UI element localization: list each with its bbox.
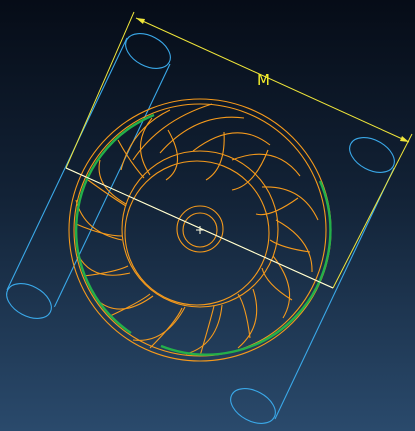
arrowhead [136, 18, 145, 24]
right-shaft-bottom-end[interactable] [225, 381, 281, 430]
dimension-m[interactable] [65, 11, 413, 289]
dimension-line [135, 17, 410, 143]
left-shaft-bottom-end[interactable] [1, 276, 57, 325]
right-shaft-edge [274, 167, 395, 420]
extension-line [332, 133, 413, 289]
model-canvas[interactable]: M [0, 0, 415, 431]
dimension-label[interactable]: M [257, 71, 270, 89]
arrowhead [400, 136, 409, 142]
left-shaft-edge [6, 37, 128, 291]
cad-viewport[interactable]: M [0, 0, 415, 431]
selected-arc-right[interactable] [160, 180, 332, 356]
right-shaft-edge [240, 141, 351, 393]
